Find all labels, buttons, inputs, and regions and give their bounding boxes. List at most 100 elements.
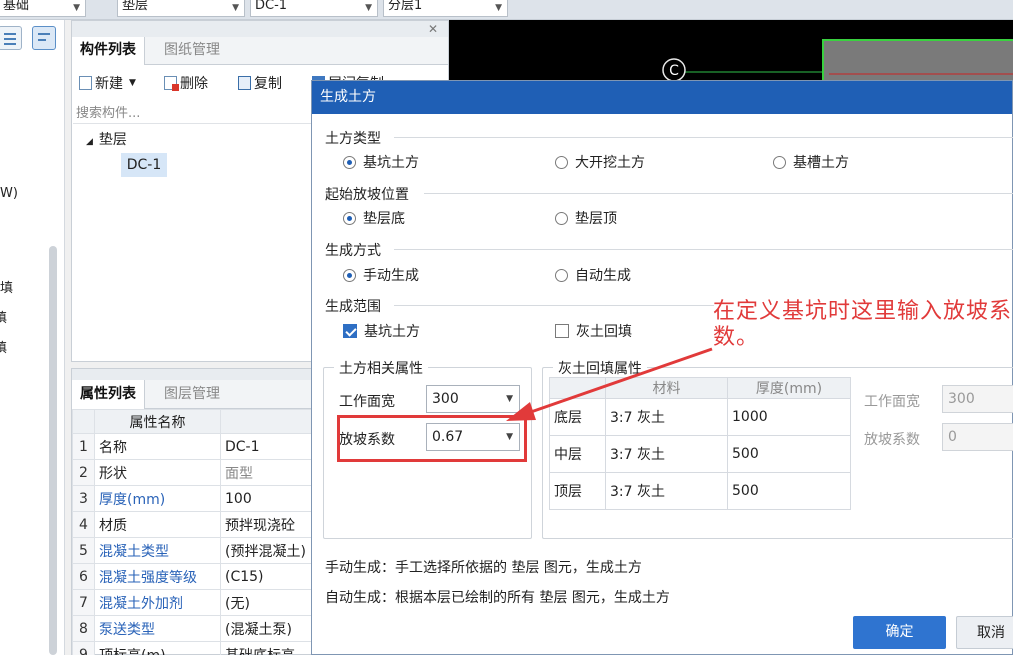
delete-button[interactable]: 删除 [164, 73, 208, 93]
material-cell[interactable]: 3:7 灰土 [605, 472, 728, 510]
radio-circle [343, 155, 356, 169]
floor-category-value: 基础 [3, 0, 30, 13]
radio-auto-generate[interactable]: 自动生成 [555, 265, 631, 285]
section-divider [394, 249, 1013, 250]
detail-icon [38, 39, 46, 41]
checkbox-icon [555, 324, 569, 338]
radio-cushion-bottom[interactable]: 垫层底 [343, 208, 405, 228]
material-cell[interactable]: 3:7 灰土 [605, 398, 728, 436]
layer-cell: 底层 [549, 398, 606, 436]
component-search-input[interactable]: 搜索构件... [73, 103, 313, 124]
row-index: 2 [72, 459, 95, 486]
list-icon [4, 43, 16, 45]
radio-circle [343, 211, 356, 225]
component-panel-tabs: 构件列表 图纸管理 [72, 37, 448, 65]
chevron-down-icon: ▼ [232, 3, 239, 13]
backfill-slope-label: 放坡系数 [864, 432, 920, 448]
cad-canvas[interactable]: C [449, 20, 1013, 91]
annotation-text: 在定义基坑时这里输入放坡系数。 [713, 299, 1013, 350]
material-header: 材料 [605, 377, 728, 399]
work-width-select[interactable]: 300 ▼ [426, 385, 520, 413]
property-name: 混凝土外加剂 [94, 589, 221, 616]
component-type-select[interactable]: 垫层 ▼ [117, 0, 245, 17]
section-divider [424, 193, 1013, 194]
radio-label: 基坑土方 [363, 155, 419, 171]
list-icon [4, 33, 16, 35]
list-view-button[interactable] [0, 26, 22, 50]
radio-trench-earthwork[interactable]: 基槽土方 [773, 152, 849, 172]
row-index: 1 [72, 433, 95, 460]
copy-button[interactable]: 复制 [238, 73, 282, 93]
backfill-header-row: 材料 厚度(mm) [549, 377, 851, 399]
backfill-properties-group: 灰土回填属性 材料 厚度(mm) 底层 3:7 灰土 1000 中层 3:7 灰土 50… [542, 358, 1013, 539]
radio-label: 垫层顶 [575, 211, 617, 227]
generate-range-label: 生成范围 [325, 299, 381, 315]
nav-text[interactable]: 填 [0, 337, 7, 356]
property-name: 名称 [94, 433, 221, 460]
axis-marker-label: C [669, 63, 679, 79]
section-divider [394, 305, 714, 306]
tree-expand-icon[interactable]: ◢ [86, 137, 93, 147]
detail-view-button[interactable] [32, 26, 56, 50]
radio-pit-earthwork[interactable]: 基坑土方 [343, 152, 419, 172]
layer-select[interactable]: 分层1 ▼ [383, 0, 508, 17]
property-name: 混凝土强度等级 [94, 563, 221, 590]
thickness-cell[interactable]: 500 [727, 435, 851, 473]
dialog-title: 生成土方 [312, 81, 1012, 114]
copy-label: 复制 [254, 76, 282, 92]
manual-generate-note: 手动生成：手工选择所依据的 垫层 图元，生成土方 [325, 560, 642, 576]
checkbox-label: 灰土回填 [576, 324, 632, 340]
radio-open-excavation[interactable]: 大开挖土方 [555, 152, 645, 172]
thickness-cell[interactable]: 1000 [727, 398, 851, 436]
backfill-properties-title: 灰土回填属性 [553, 358, 647, 378]
component-select[interactable]: DC-1 ▼ [250, 0, 378, 17]
tab-component-list[interactable]: 构件列表 [72, 37, 145, 65]
close-icon[interactable]: ✕ [428, 22, 438, 36]
ok-button[interactable]: 确定 [853, 616, 946, 649]
nav-text[interactable]: W) [0, 186, 18, 201]
radio-cushion-top[interactable]: 垫层顶 [555, 208, 617, 228]
left-scrollbar[interactable] [49, 246, 57, 655]
tree-group-cushion[interactable]: ◢ 垫层 [86, 129, 127, 149]
table-row[interactable]: 顶层 3:7 灰土 500 [549, 472, 851, 510]
row-index: 5 [72, 537, 95, 564]
new-file-icon [79, 76, 92, 90]
radio-circle [555, 268, 568, 282]
tab-drawing-management[interactable]: 图纸管理 [156, 37, 228, 65]
radio-label: 自动生成 [575, 268, 631, 284]
section-divider [394, 137, 1013, 138]
new-button[interactable]: 新建 ▼ [79, 73, 136, 93]
detail-icon [38, 33, 50, 35]
checkbox-icon [343, 324, 357, 338]
checkbox-lime-backfill[interactable]: 灰土回填 [555, 321, 632, 341]
component-value: DC-1 [255, 0, 288, 13]
row-index: 3 [72, 485, 95, 512]
top-toolbar: 基础 ▼ 垫层 ▼ DC-1 ▼ 分层1 ▼ [0, 0, 1013, 20]
row-index: 6 [72, 563, 95, 590]
layer-cell: 顶层 [549, 472, 606, 510]
copy-icon [238, 76, 251, 90]
work-width-value: 300 [432, 391, 459, 407]
tab-property-list[interactable]: 属性列表 [72, 380, 145, 409]
thickness-cell[interactable]: 500 [727, 472, 851, 510]
nav-text[interactable]: 填 [0, 307, 7, 326]
cancel-button[interactable]: 取消 [956, 616, 1013, 649]
row-index: 4 [72, 511, 95, 538]
radio-manual-generate[interactable]: 手动生成 [343, 265, 419, 285]
row-index: 8 [72, 615, 95, 642]
floor-category-select[interactable]: 基础 ▼ [0, 0, 86, 17]
chevron-down-icon: ▼ [73, 3, 80, 13]
chevron-down-icon: ▼ [495, 3, 502, 13]
checkbox-pit-earthwork[interactable]: 基坑土方 [343, 321, 420, 341]
tree-item-dc1[interactable]: DC-1 [121, 153, 167, 177]
tab-layer-management[interactable]: 图层管理 [156, 380, 228, 409]
nav-text[interactable]: 填 [0, 277, 13, 296]
property-name: 混凝土类型 [94, 537, 221, 564]
delete-icon [164, 76, 179, 91]
radio-circle [773, 155, 786, 169]
table-row[interactable]: 中层 3:7 灰土 500 [549, 435, 851, 473]
radio-circle [343, 268, 356, 282]
table-row[interactable]: 底层 3:7 灰土 1000 [549, 398, 851, 436]
material-cell[interactable]: 3:7 灰土 [605, 435, 728, 473]
property-name: 顶标高(m) [94, 641, 221, 655]
